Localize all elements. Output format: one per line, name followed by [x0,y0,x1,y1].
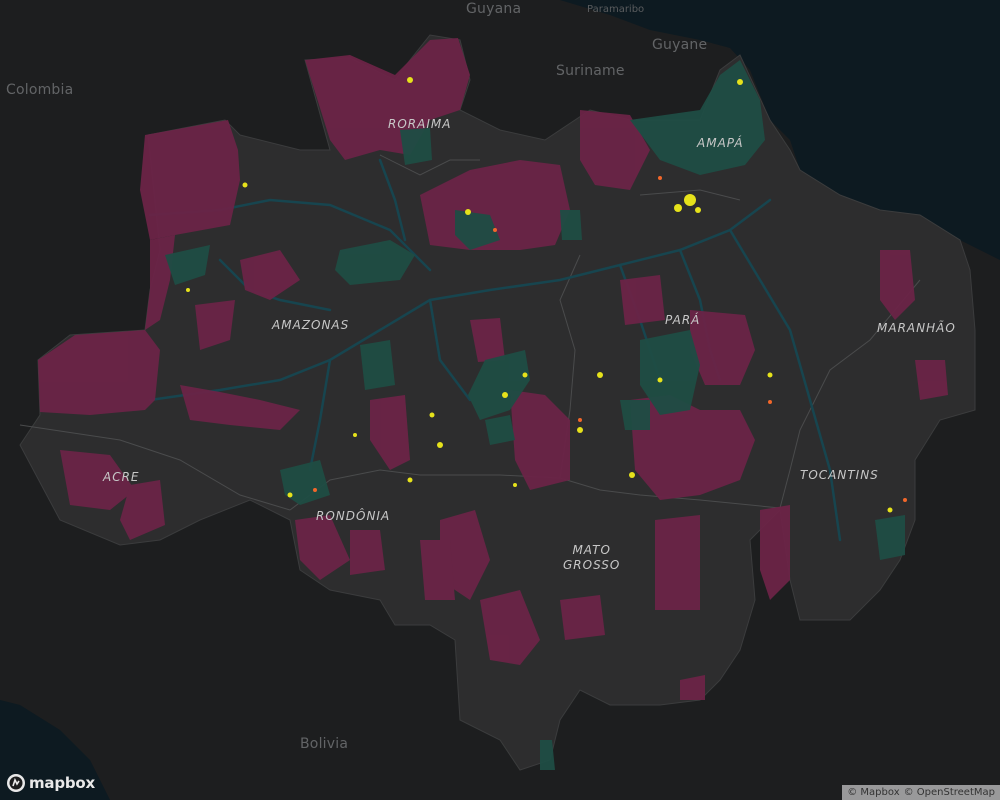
country-label-guyane: Guyane [652,37,708,53]
state-label-roraima: RORAIMA [388,117,452,131]
mapbox-logo-text: mapbox [29,774,96,792]
country-label-suriname: Suriname [556,63,625,79]
country-label-guyana: Guyana [466,1,522,17]
state-label-amazonas: AMAZONAS [272,318,350,332]
mapbox-logo[interactable]: mapbox [6,773,95,793]
city-label-paramaribo: Paramaribo [587,4,645,15]
state-label-rondonia: RONDÔNIA [316,509,391,523]
state-label-amapa: AMAPÁ [697,136,744,150]
state-label-mato-grosso: MATO GROSSO [563,543,620,573]
attribution-mapbox-link[interactable]: © Mapbox [847,787,899,798]
state-label-tocantins: TOCANTINS [800,468,879,482]
state-label-grosso: GROSSO [563,558,621,572]
state-label-para: PARÁ [665,313,701,327]
state-label-mato: MATO [572,543,611,557]
state-label-maranhao: MARANHÃO [877,321,956,335]
map-canvas[interactable] [0,0,1000,800]
state-label-acre: ACRE [103,470,140,484]
mapbox-logo-icon [7,774,25,792]
attribution-osm-link[interactable]: © OpenStreetMap [904,787,995,798]
country-label-bolivia: Bolivia [300,736,349,752]
country-label-colombia: Colombia [6,82,74,98]
map-attribution: © Mapbox © OpenStreetMap [842,785,1000,800]
